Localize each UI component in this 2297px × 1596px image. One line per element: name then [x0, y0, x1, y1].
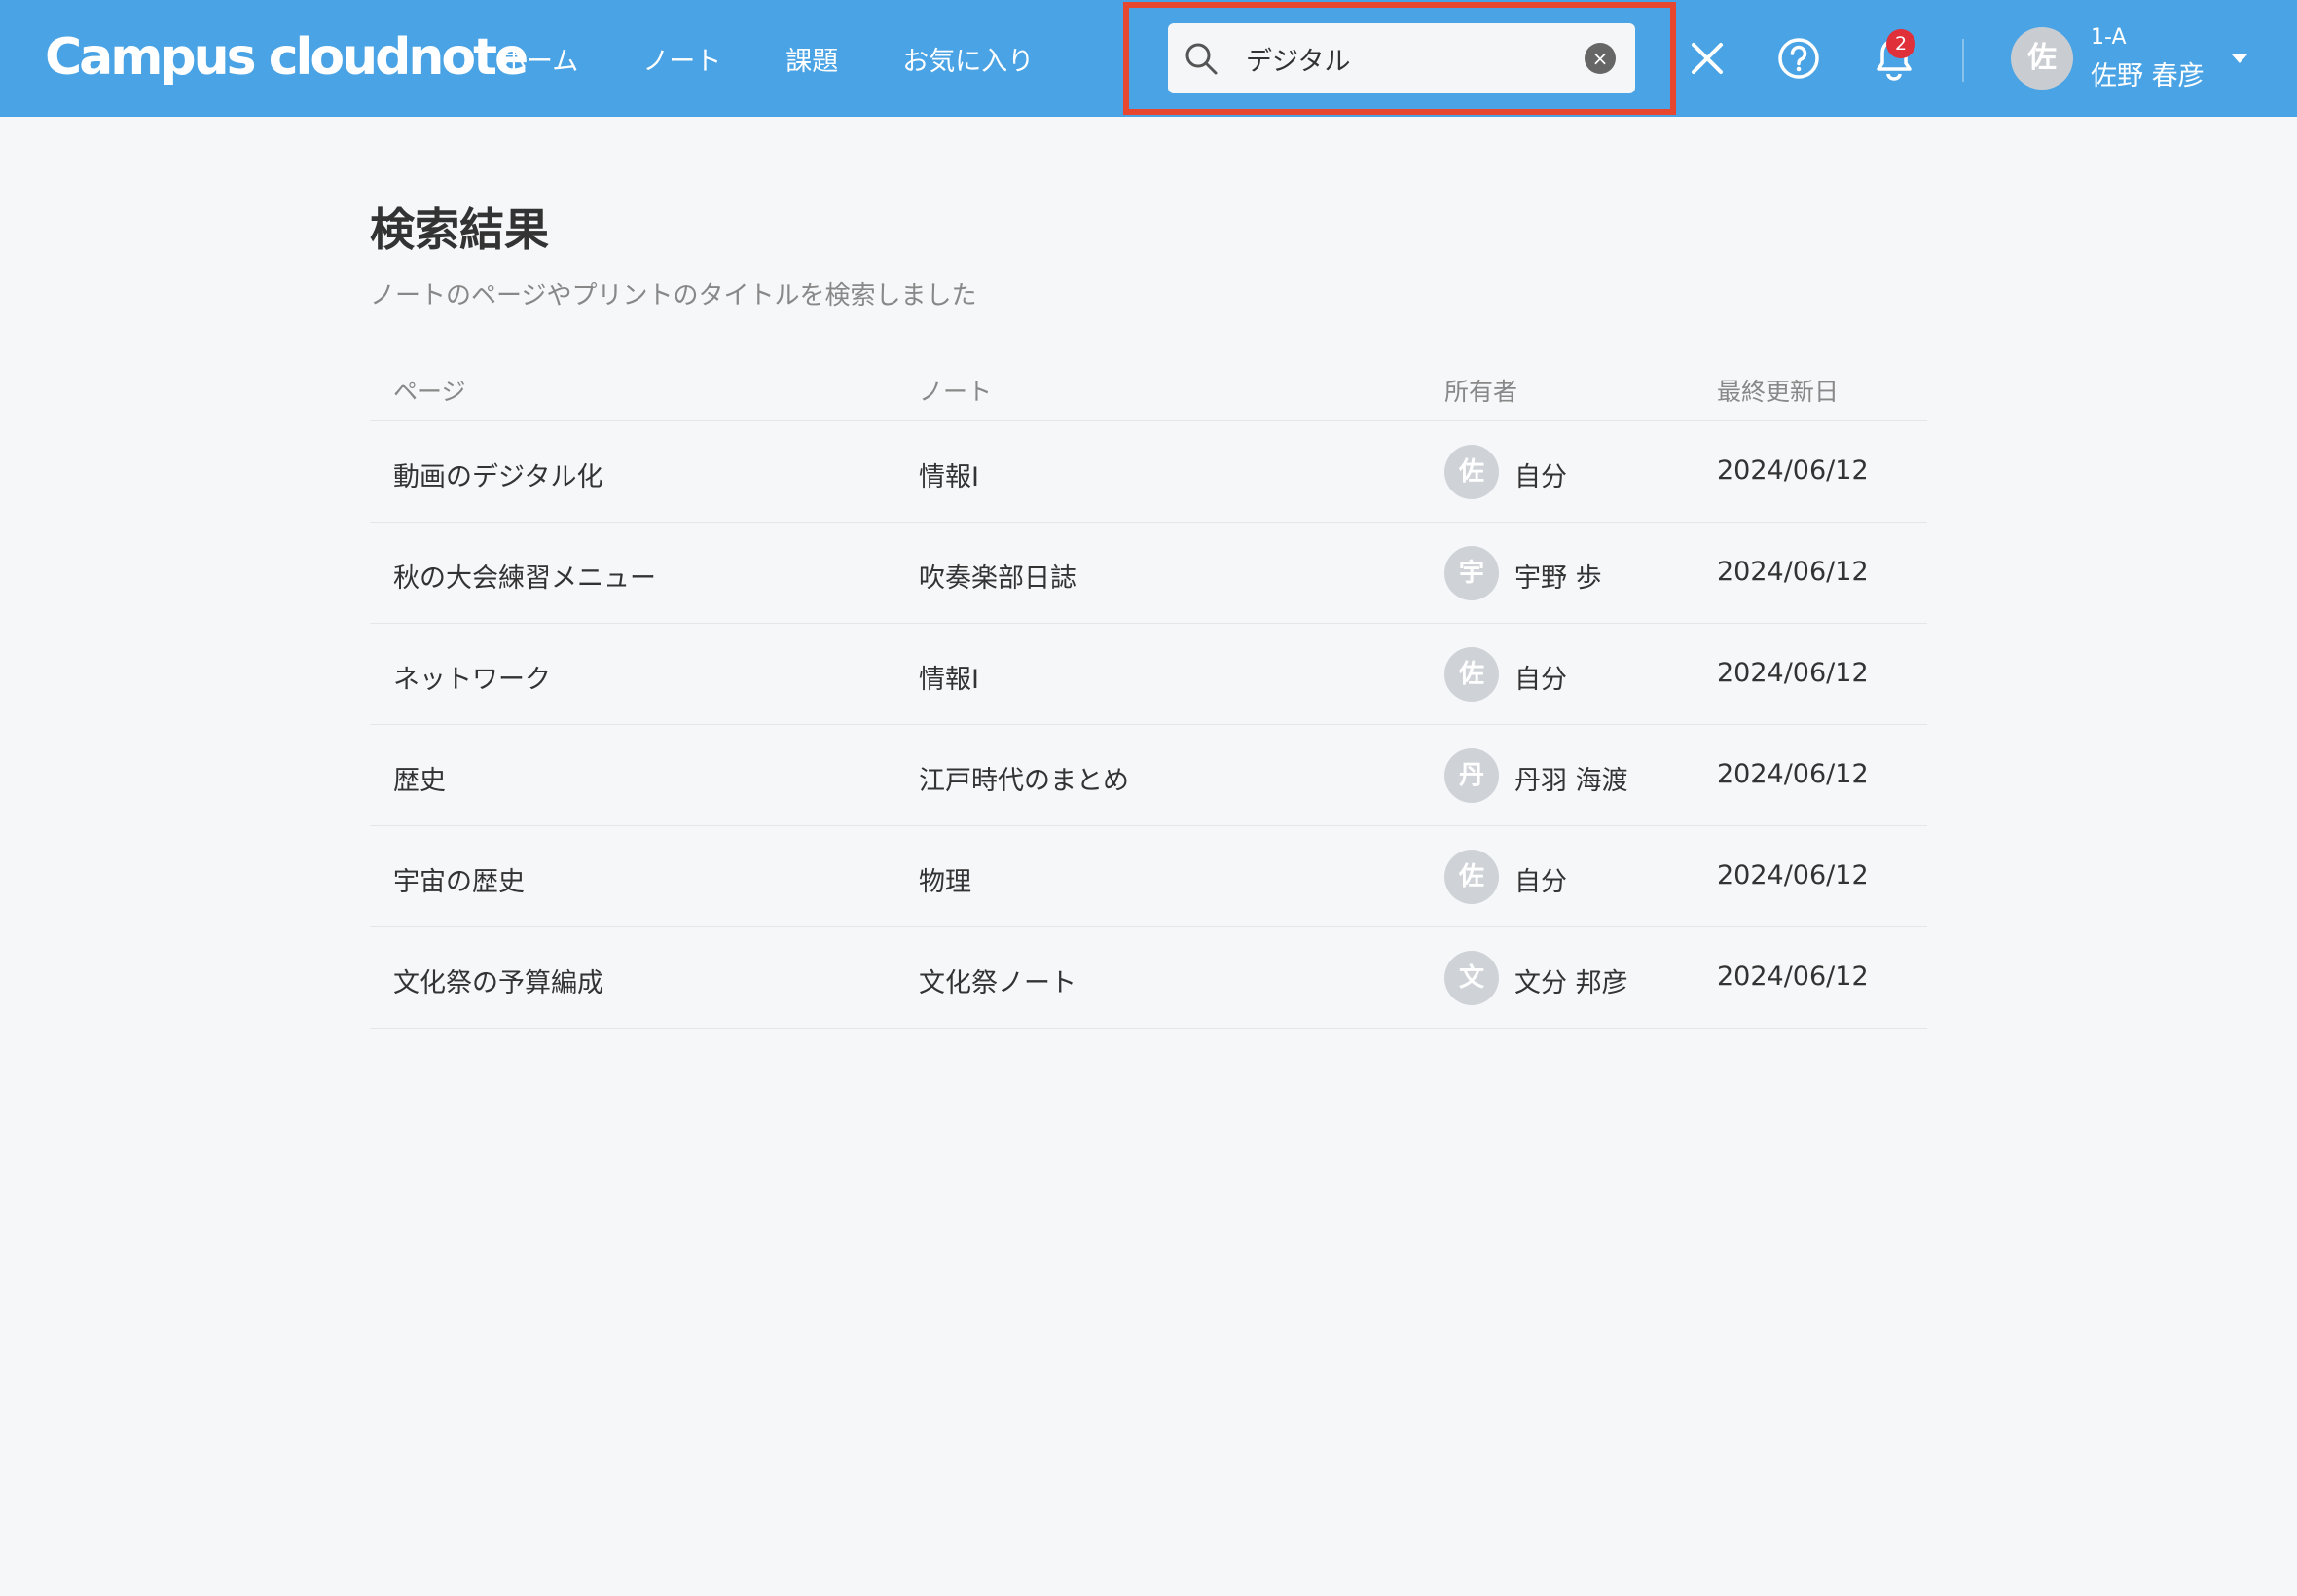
column-header-owner[interactable]: 所有者 [1444, 373, 1517, 408]
header-divider [1962, 39, 1964, 82]
cell-page: 秋の大会練習メニュー [393, 563, 656, 594]
cell-note: 文化祭ノート [919, 968, 1076, 998]
cell-page: ネットワーク [393, 665, 551, 695]
table-row[interactable]: ネットワーク 情報I 佐 自分 2024/06/12 [370, 624, 1927, 725]
notification-badge: 2 [1886, 29, 1915, 58]
column-header-note[interactable]: ノート [919, 373, 992, 408]
cell-date: 2024/06/12 [1717, 759, 1869, 789]
cell-date: 2024/06/12 [1717, 455, 1869, 486]
cell-note: 江戸時代のまとめ [919, 766, 1129, 796]
cell-date: 2024/06/12 [1717, 557, 1869, 587]
cell-date: 2024/06/12 [1717, 860, 1869, 890]
table-header: ページ ノート 所有者 最終更新日 [370, 355, 1927, 421]
owner-avatar: 佐 [1444, 647, 1499, 702]
clear-icon[interactable]: × [1585, 43, 1616, 74]
cell-note: 物理 [919, 867, 971, 897]
table-row[interactable]: 文化祭の予算編成 文化祭ノート 文 文分 邦彦 2024/06/12 [370, 927, 1927, 1029]
cell-owner: 自分 [1514, 462, 1567, 492]
help-icon[interactable] [1777, 37, 1820, 80]
cell-owner: 文分 邦彦 [1514, 968, 1628, 998]
nav-item-assignments[interactable]: 課題 [785, 40, 838, 78]
user-class: 1-A [2091, 25, 2127, 50]
cell-page: 動画のデジタル化 [393, 462, 603, 492]
cell-date: 2024/06/12 [1717, 961, 1869, 992]
page-title: 検索結果 [370, 203, 549, 256]
owner-avatar: 文 [1444, 951, 1499, 1005]
column-header-page[interactable]: ページ [393, 373, 466, 408]
search-box[interactable]: × [1168, 23, 1635, 93]
nav-item-favorites[interactable]: お気に入り [902, 40, 1034, 78]
app-logo[interactable]: Campus cloudnote [45, 23, 529, 91]
owner-avatar: 丹 [1444, 748, 1499, 803]
nav-item-home[interactable]: ホーム [500, 40, 578, 78]
cell-date: 2024/06/12 [1717, 658, 1869, 688]
cell-note: 吹奏楽部日誌 [919, 563, 1076, 594]
results-table: ページ ノート 所有者 最終更新日 動画のデジタル化 情報I 佐 自分 2024… [370, 355, 1927, 1029]
column-header-date[interactable]: 最終更新日 [1717, 373, 1839, 408]
top-header: Campus cloudnote ホーム ノート 課題 お気に入り × 2 佐 … [0, 0, 2297, 117]
nav-item-notes[interactable]: ノート [642, 40, 721, 78]
page-subtitle: ノートのページやプリントのタイトルを検索しました [370, 281, 977, 310]
cell-owner: 自分 [1514, 665, 1567, 695]
table-row[interactable]: 動画のデジタル化 情報I 佐 自分 2024/06/12 [370, 421, 1927, 523]
main-nav: ホーム ノート 課題 お気に入り [500, 0, 1098, 117]
owner-avatar: 佐 [1444, 850, 1499, 904]
table-row[interactable]: 秋の大会練習メニュー 吹奏楽部日誌 宇 宇野 歩 2024/06/12 [370, 523, 1927, 624]
table-row[interactable]: 宇宙の歴史 物理 佐 自分 2024/06/12 [370, 826, 1927, 927]
search-icon [1185, 43, 1218, 75]
cell-note: 情報I [919, 462, 979, 492]
owner-avatar: 宇 [1444, 546, 1499, 600]
search-input[interactable] [1246, 23, 1557, 93]
chevron-down-icon[interactable] [2231, 53, 2248, 64]
cell-page: 宇宙の歴史 [393, 867, 525, 897]
cell-page: 歴史 [393, 766, 446, 796]
cell-page: 文化祭の予算編成 [393, 968, 603, 998]
close-icon[interactable] [1688, 39, 1727, 78]
cell-owner: 自分 [1514, 867, 1567, 897]
cell-owner: 丹羽 海渡 [1514, 766, 1628, 796]
owner-avatar: 佐 [1444, 445, 1499, 499]
user-avatar[interactable]: 佐 [2011, 27, 2073, 90]
cell-note: 情報I [919, 665, 979, 695]
table-row[interactable]: 歴史 江戸時代のまとめ 丹 丹羽 海渡 2024/06/12 [370, 725, 1927, 826]
cell-owner: 宇野 歩 [1514, 563, 1602, 594]
user-name[interactable]: 佐野 春彦 [2091, 54, 2205, 92]
